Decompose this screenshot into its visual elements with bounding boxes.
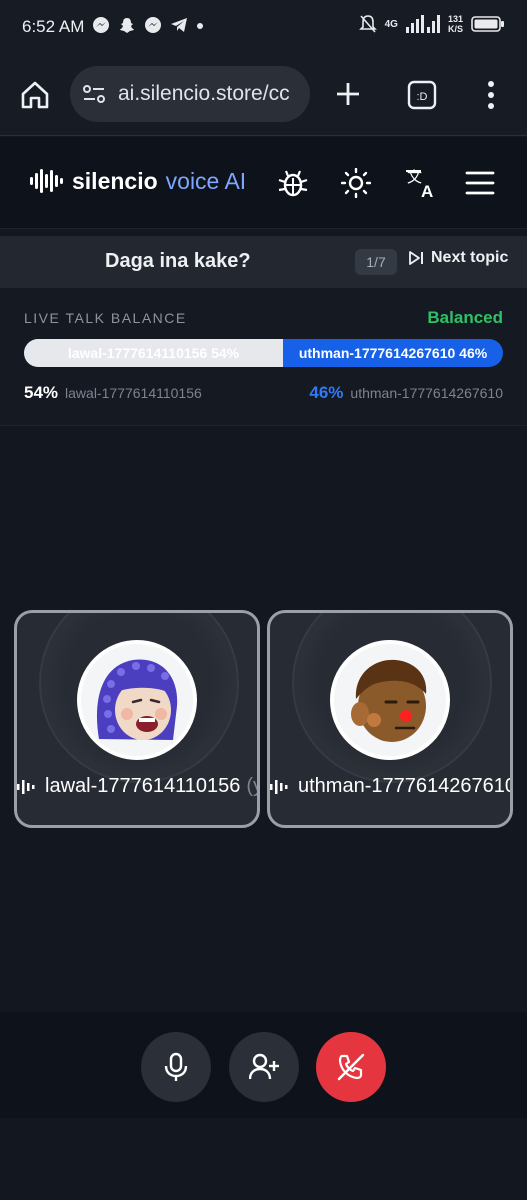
dot-icon xyxy=(197,23,203,29)
right-speaker-name: uthman-1777614267610 xyxy=(350,385,503,401)
left-speaker-percent: 54% xyxy=(24,383,59,402)
telegram-icon xyxy=(171,18,187,32)
battery-icon xyxy=(471,16,504,32)
network-speed: 131 K/S xyxy=(447,14,463,34)
participant-tile-remote[interactable]: uthman-1777614267610 xyxy=(267,610,513,828)
new-tab-icon[interactable] xyxy=(334,80,362,108)
balance-bar-right-segment: uthman-1777614267610 46% xyxy=(298,345,488,361)
svg-text:A: A xyxy=(421,182,433,199)
system-status-bar: 6:52 AM 4G 131 K/S xyxy=(0,0,527,56)
hamburger-menu-icon xyxy=(465,171,495,195)
brand-product: voice AI xyxy=(165,167,247,194)
sun-icon xyxy=(341,168,371,198)
skip-next-icon xyxy=(409,251,423,265)
snapchat-icon xyxy=(120,18,134,33)
balance-bar: lawal-1777614110156 54% uthman-177761426… xyxy=(24,339,503,367)
svg-text::D: :D xyxy=(417,91,428,103)
audio-level-icon xyxy=(17,779,35,794)
add-user-icon xyxy=(249,1053,279,1080)
address-bar[interactable]: ai.silencio.store/cc xyxy=(70,66,310,122)
avatar xyxy=(77,640,197,760)
messenger-icon xyxy=(93,17,109,33)
talk-balance-panel: LIVE TALK BALANCE Balanced lawal-1777614… xyxy=(0,288,527,426)
participant-name-row: lawal-1777614110156 (you xyxy=(17,775,257,798)
soundwave-logo-icon xyxy=(30,169,63,193)
topic-counter: 1/7 xyxy=(355,249,397,275)
call-controls xyxy=(0,1012,527,1118)
url-text: ai.silencio.store/cc xyxy=(118,82,290,105)
balance-label: LIVE TALK BALANCE xyxy=(24,310,187,326)
add-participant-button[interactable] xyxy=(229,1032,299,1102)
mute-bell-icon xyxy=(358,15,377,33)
participant-name: lawal-1777614110156 xyxy=(45,775,241,797)
more-options-icon[interactable] xyxy=(485,80,497,110)
next-topic-label: Next topic xyxy=(431,249,509,266)
next-topic-button[interactable]: Next topic xyxy=(408,249,508,267)
avatar xyxy=(330,640,450,760)
left-speaker-legend: 54% lawal-1777614110156 xyxy=(24,383,202,403)
theme-toggle-button[interactable] xyxy=(338,165,374,201)
participant-you-tag: (you xyxy=(246,775,257,797)
brand-logo[interactable]: silencio voice AI xyxy=(30,167,246,195)
topic-bar: Daga ina kake? 1/7 Next topic xyxy=(0,236,527,288)
left-speaker-name: lawal-1777614110156 xyxy=(65,385,202,401)
right-speaker-legend: 46% uthman-1777614267610 xyxy=(309,383,503,403)
participant-name-row: uthman-1777614267610 xyxy=(270,775,513,798)
translate-icon: 文A xyxy=(406,169,433,199)
menu-button[interactable] xyxy=(462,165,498,201)
avatar-braids-woman-icon xyxy=(81,644,193,756)
bug-report-button[interactable] xyxy=(275,165,311,201)
avatar-clown-nose-man-icon xyxy=(334,644,446,756)
messenger-icon-2 xyxy=(145,17,161,33)
audio-level-icon xyxy=(270,779,288,794)
topic-title: Daga ina kake? xyxy=(105,250,251,272)
microphone-icon xyxy=(164,1052,188,1081)
mute-button[interactable] xyxy=(141,1032,211,1102)
participant-name: uthman-1777614267610 xyxy=(298,775,513,797)
browser-toolbar: ai.silencio.store/cc :D xyxy=(0,56,527,136)
home-icon[interactable] xyxy=(20,80,50,110)
balance-bar-left-segment: lawal-1777614110156 54% xyxy=(24,339,283,367)
bug-icon xyxy=(278,170,308,197)
hang-up-phone-icon xyxy=(337,1053,365,1081)
signal-icon xyxy=(405,15,440,33)
system-indicators: 4G 131 K/S xyxy=(358,14,505,34)
balance-status: Balanced xyxy=(427,308,503,327)
network-type: 4G xyxy=(384,18,398,30)
tab-switcher-icon[interactable]: :D xyxy=(407,80,437,110)
end-call-button[interactable] xyxy=(316,1032,386,1102)
right-speaker-percent: 46% xyxy=(309,383,344,402)
app-header: silencio voice AI 文A xyxy=(0,137,527,229)
participant-tile-self[interactable]: lawal-1777614110156 (you xyxy=(14,610,260,828)
clock: 6:52 AM xyxy=(22,17,85,36)
notification-icons xyxy=(92,16,204,34)
translate-button[interactable]: 文A xyxy=(403,165,439,201)
brand-name: silencio xyxy=(72,167,158,194)
site-settings-icon[interactable] xyxy=(82,82,106,106)
